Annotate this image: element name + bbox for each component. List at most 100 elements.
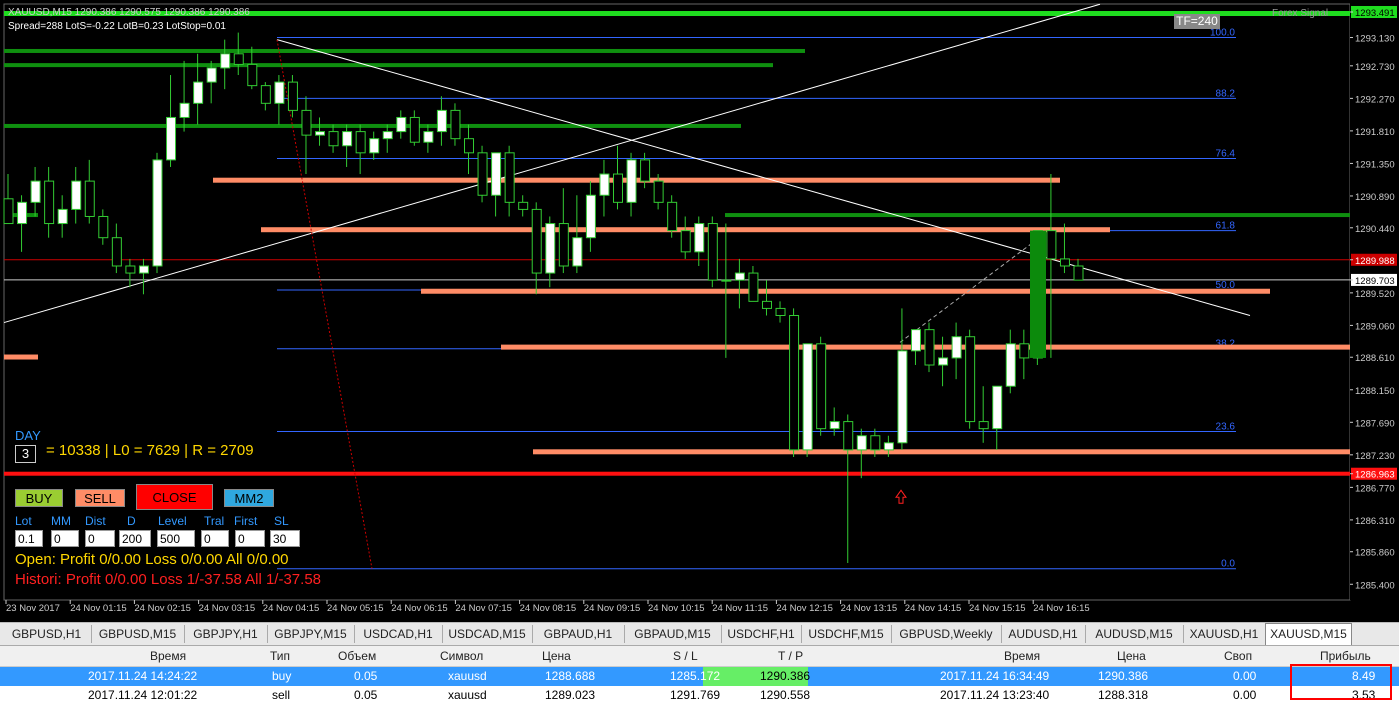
time-tick-label: 24 Nov 02:15	[134, 603, 191, 614]
candle-body	[545, 223, 556, 274]
chart-tab[interactable]: USDCHF,M15	[801, 625, 892, 643]
chart-background	[0, 0, 1399, 622]
terminal-cell: 2017.11.24 12:01:22	[88, 688, 198, 702]
terminal-column-header[interactable]: Объем	[338, 649, 376, 663]
terminal-column-header[interactable]: T / P	[778, 649, 803, 663]
terminal-cell: 0.05	[354, 688, 378, 702]
time-tick-label: 24 Nov 11:15	[712, 603, 768, 614]
chart-tab[interactable]: USDCHF,H1	[721, 625, 802, 643]
sell-button[interactable]: SELL	[75, 489, 125, 507]
terminal-cell: 1288.688	[545, 669, 596, 683]
candle-body	[247, 63, 258, 87]
price-tick-label: 1285.860	[1355, 548, 1395, 559]
terminal-cell: 1290.558	[760, 688, 811, 702]
time-tick-label: 24 Nov 04:15	[263, 603, 320, 614]
green-level-bar	[4, 48, 805, 53]
candle-body	[355, 131, 366, 154]
candle-body	[152, 159, 163, 267]
orange-level-bar	[421, 288, 1270, 294]
profit-highlight-box	[1290, 664, 1392, 700]
terminal-column-header[interactable]: Время	[1004, 649, 1040, 663]
day-value-box[interactable]: 3	[15, 445, 36, 463]
fib-label: 100.0	[1210, 28, 1235, 39]
fib-label: 23.6	[1216, 421, 1236, 432]
lot-input[interactable]: 0.1	[15, 530, 43, 547]
terminal-column-header[interactable]: Прибыль	[1320, 649, 1371, 663]
chart-tab[interactable]: AUDUSD,H1	[1001, 625, 1086, 643]
chart-tab[interactable]: XAUUSD,H1	[1183, 625, 1266, 643]
chart-tab[interactable]: GBPUSD,M15	[91, 625, 185, 643]
candle-body	[369, 138, 380, 154]
close-button[interactable]: CLOSE	[136, 484, 213, 510]
terminal-cell: 1290.386	[760, 669, 811, 683]
candle-body	[287, 81, 298, 111]
candle-body	[707, 223, 718, 281]
terminal-column-header[interactable]: Своп	[1224, 649, 1252, 663]
candle-body	[789, 314, 800, 451]
chart-tab[interactable]: AUDUSD,M15	[1085, 625, 1184, 643]
candle-body	[396, 116, 407, 133]
tral-input[interactable]: 0	[201, 530, 229, 547]
time-tick-label: 24 Nov 12:15	[776, 603, 833, 614]
price-chart[interactable]: 100.088.276.461.850.038.223.60.01293.491…	[0, 0, 1399, 622]
chart-tab[interactable]: GBPUSD,H1	[2, 625, 92, 643]
terminal-column-header[interactable]: Цена	[542, 649, 571, 663]
day-label: DAY	[15, 428, 41, 443]
level-input[interactable]: 500	[157, 530, 195, 547]
dist-label: Dist	[85, 514, 106, 528]
terminal-column-header[interactable]: Время	[150, 649, 186, 663]
mm-input[interactable]: 0	[51, 530, 79, 547]
chart-tab[interactable]: GBPJPY,M15	[267, 625, 355, 643]
price-tick-label: 1286.963	[1355, 470, 1395, 481]
candle-body	[1005, 343, 1016, 387]
candle-body	[680, 230, 691, 253]
lot-label: Lot	[15, 514, 32, 528]
chart-tab[interactable]: GBPAUD,M15	[624, 625, 722, 643]
candle-body	[17, 201, 28, 225]
history-summary: Histori: Profit 0/0.00 Loss 1/-37.58 All…	[15, 571, 321, 588]
chart-tab[interactable]: USDCAD,M15	[442, 625, 533, 643]
price-tick-label: 1293.130	[1355, 34, 1395, 45]
terminal-cell: 1285.172	[670, 669, 721, 683]
candle-body	[802, 343, 813, 451]
chart-tab[interactable]: XAUUSD,M15	[1265, 623, 1352, 645]
terminal-row[interactable]: 2017.11.24 12:01:22 sell 0.05 xauusd 1289.02…	[0, 686, 1399, 705]
chart-tab[interactable]: GBPUSD,Weekly	[891, 625, 1002, 643]
candle-body	[409, 116, 420, 143]
terminal-column-header[interactable]: Символ	[440, 649, 483, 663]
price-tick-label: 1287.690	[1355, 418, 1395, 429]
price-tick-label: 1288.610	[1355, 353, 1395, 364]
buy-button[interactable]: BUY	[15, 489, 63, 507]
terminal-column-header[interactable]: S / L	[673, 649, 698, 663]
candle-body	[220, 53, 231, 69]
time-tick-label: 24 Nov 15:15	[969, 603, 1026, 614]
sl-input[interactable]: 30	[270, 530, 300, 547]
terminal-cell: buy	[272, 669, 292, 683]
dist-input[interactable]: 0	[85, 530, 115, 547]
price-tick-label: 1287.230	[1355, 451, 1395, 462]
candle-body	[1059, 258, 1070, 267]
d-input[interactable]: 200	[119, 530, 151, 547]
price-tick-label: 1289.060	[1355, 321, 1395, 332]
candle-body	[382, 131, 393, 140]
chart-tab[interactable]: USDCAD,H1	[354, 625, 443, 643]
time-tick-label: 24 Nov 09:15	[584, 603, 641, 614]
mm2-button[interactable]: MM2	[224, 489, 274, 507]
sl-label: SL	[274, 514, 289, 528]
terminal-cell: 0.05	[354, 669, 378, 683]
time-tick-label: 24 Nov 06:15	[391, 603, 448, 614]
chart-tab[interactable]: GBPAUD,H1	[532, 625, 625, 643]
terminal-cell: 1289.023	[545, 688, 596, 702]
price-tick-label: 1290.890	[1355, 192, 1395, 203]
time-tick-label: 24 Nov 16:15	[1033, 603, 1090, 614]
open-positions-summary: Open: Profit 0/0.00 Loss 0/0.00 All 0/0.…	[15, 551, 289, 568]
candle-body	[71, 180, 82, 210]
terminal-column-header[interactable]: Тип	[270, 649, 290, 663]
terminal-row[interactable]: 2017.11.24 14:24:22 buy 0.05 xauusd 1288.688…	[0, 667, 1399, 686]
terminal-column-header[interactable]: Цена	[1117, 649, 1146, 663]
candle-body	[965, 336, 976, 423]
stop-red-band	[4, 471, 1350, 476]
first-input[interactable]: 0	[235, 530, 265, 547]
chart-tab[interactable]: GBPJPY,H1	[184, 625, 268, 643]
day-summary: = 10338 | L0 = 7629 | R = 2709	[46, 442, 254, 459]
